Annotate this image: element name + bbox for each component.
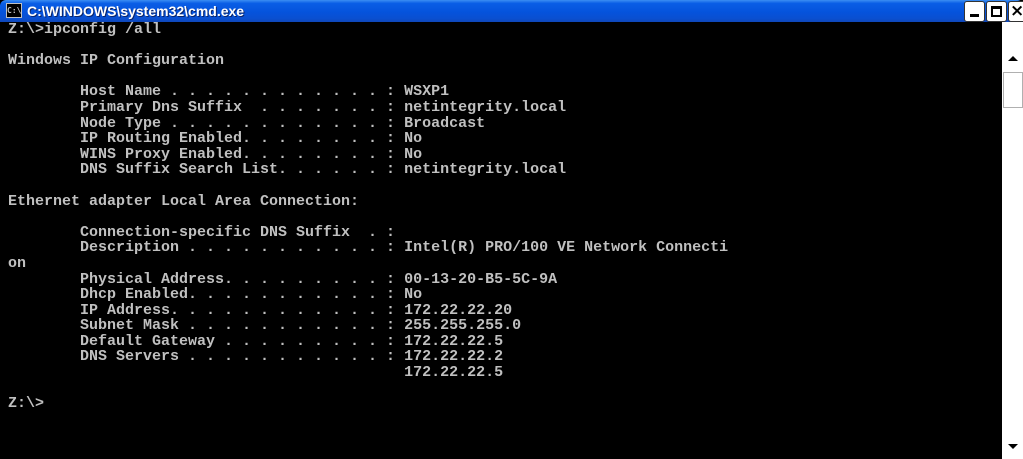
cmd-app-icon[interactable]: C:\: [6, 3, 22, 18]
cmd-window: C:\ C:\WINDOWS\system32\cmd.exe × Z:\>ip…: [0, 0, 1023, 459]
scrollbar-track-top: [1002, 22, 1023, 50]
maximize-button[interactable]: [986, 1, 1007, 22]
window-title: C:\WINDOWS\system32\cmd.exe: [27, 3, 245, 19]
up-arrow-icon: [1008, 56, 1018, 61]
close-icon: ×: [1010, 1, 1023, 21]
console-output[interactable]: Z:\>ipconfig /all Windows IP Configurati…: [8, 22, 1002, 459]
minimize-button[interactable]: [964, 1, 985, 22]
scroll-up-button[interactable]: [1002, 50, 1023, 69]
scroll-down-button[interactable]: [1002, 437, 1023, 456]
vertical-scrollbar[interactable]: [1002, 22, 1023, 459]
minimize-icon: [970, 14, 979, 17]
down-arrow-icon: [1008, 444, 1018, 449]
maximize-icon: [991, 6, 1002, 17]
scrollbar-thumb[interactable]: [1003, 72, 1023, 108]
close-button[interactable]: ×: [1008, 1, 1023, 22]
window-left-border: [0, 22, 8, 459]
title-bar[interactable]: C:\ C:\WINDOWS\system32\cmd.exe ×: [0, 0, 1023, 22]
